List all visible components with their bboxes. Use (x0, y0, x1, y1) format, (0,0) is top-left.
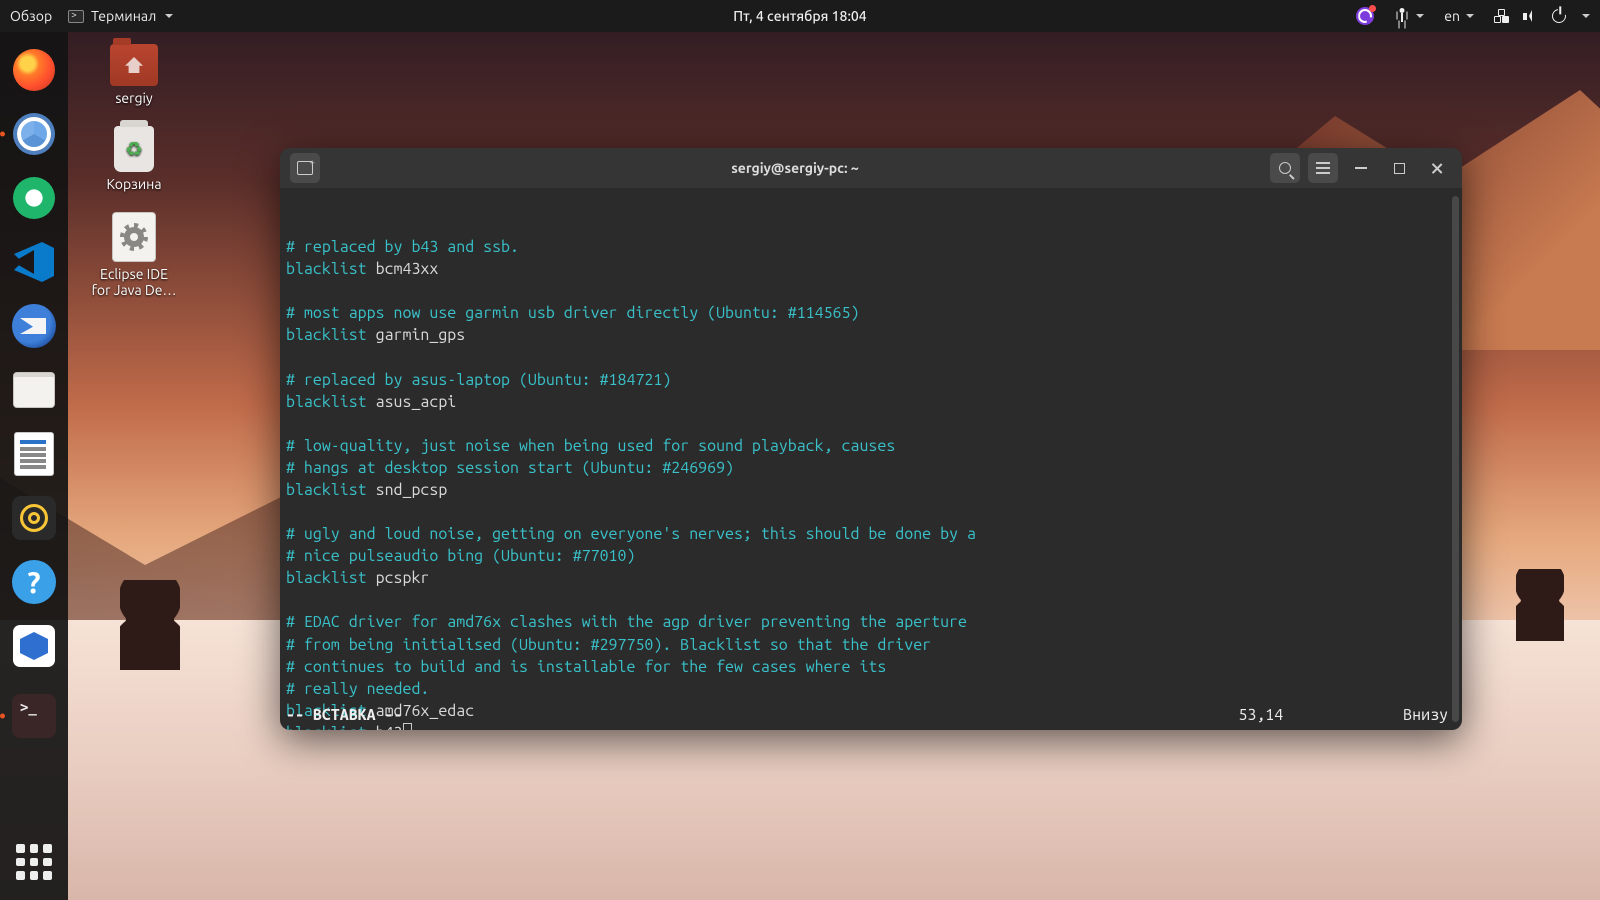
thunderbird-icon (12, 304, 56, 348)
vim-cursor-pos: 53,14 (1238, 704, 1283, 726)
app-menu-label: Терминал (91, 8, 156, 24)
desktop-icon-trash[interactable]: ♻ Корзина (84, 126, 184, 192)
desktop-file-icon (112, 212, 156, 262)
vscode-icon (14, 242, 54, 282)
rhythmbox-icon (12, 496, 56, 540)
hamburger-icon (1316, 167, 1330, 169)
vim-statusline: -- ВСТАВКА -- 53,14 Внизу (286, 704, 1448, 726)
dock: ? (0, 32, 68, 900)
desktop-icon-label: sergiy (115, 90, 152, 106)
network-icon (1494, 9, 1509, 23)
show-applications-button[interactable] (16, 844, 52, 880)
terminal-window: sergiy@sergiy-pc: ~ # replaced by b43 an… (280, 148, 1462, 730)
dock-thunderbird[interactable] (10, 302, 58, 350)
app-menu[interactable]: Терминал (68, 8, 173, 24)
window-minimize-button[interactable] (1346, 153, 1376, 183)
firefox-icon (13, 49, 55, 91)
dock-files[interactable] (10, 366, 58, 414)
terminal-new-tab-button[interactable] (290, 153, 320, 183)
dock-chromium[interactable] (10, 110, 58, 158)
writer-icon (14, 432, 54, 476)
clock-label[interactable]: Пт, 4 сентября 18:04 (733, 8, 866, 24)
folder-home-icon (110, 44, 158, 86)
terminal-search-button[interactable] (1270, 153, 1300, 183)
maximize-icon (1394, 163, 1405, 174)
terminal-text: # replaced by b43 and ssb. blacklist bcm… (286, 236, 1452, 730)
close-icon (1431, 162, 1444, 175)
dock-rhythmbox[interactable] (10, 494, 58, 542)
terminal-body[interactable]: # replaced by b43 and ssb. blacklist bcm… (280, 188, 1462, 730)
dock-virtualbox[interactable] (10, 622, 58, 670)
keyboard-layout-label: en (1444, 8, 1460, 24)
activities-button[interactable]: Обзор (10, 8, 52, 24)
terminal-icon (68, 10, 84, 23)
help-icon: ? (12, 560, 56, 604)
minimize-icon (1355, 167, 1367, 169)
accessibility-menu[interactable] (1394, 8, 1424, 24)
terminal-titlebar[interactable]: sergiy@sergiy-pc: ~ (280, 148, 1462, 188)
search-icon (1279, 162, 1291, 174)
chevron-down-icon (165, 14, 173, 22)
virtualbox-icon (13, 625, 55, 667)
new-tab-icon (297, 161, 313, 175)
dock-remote[interactable] (10, 174, 58, 222)
gear-icon (124, 227, 144, 247)
viber-tray-icon[interactable] (1356, 7, 1374, 25)
keyboard-layout-menu[interactable]: en (1444, 8, 1474, 24)
desktop-icon-label: Корзина (106, 176, 161, 192)
dock-help[interactable]: ? (10, 558, 58, 606)
vim-scroll-pos: Внизу (1403, 704, 1448, 726)
terminal-menu-button[interactable] (1308, 153, 1338, 183)
vim-mode: -- ВСТАВКА -- (286, 704, 402, 726)
terminal-launcher-icon (12, 694, 56, 738)
desktop-icon-home[interactable]: sergiy (84, 44, 184, 106)
dock-writer[interactable] (10, 430, 58, 478)
system-menu[interactable] (1494, 9, 1590, 23)
chevron-down-icon (1466, 14, 1474, 22)
desktop-icon-eclipse[interactable]: Eclipse IDE for Java De… (84, 212, 184, 298)
trash-icon: ♻ (114, 126, 154, 172)
desktop-icons: sergiy ♻ Корзина Eclipse IDE for Java De… (84, 44, 184, 298)
power-icon (1549, 6, 1568, 25)
window-maximize-button[interactable] (1384, 153, 1414, 183)
terminal-title: sergiy@sergiy-pc: ~ (328, 160, 1262, 176)
dock-vscode[interactable] (10, 238, 58, 286)
window-close-button[interactable] (1422, 153, 1452, 183)
chevron-down-icon (1582, 14, 1590, 22)
terminal-scrollbar[interactable] (1452, 196, 1459, 722)
volume-icon (1523, 10, 1538, 23)
chevron-down-icon (1416, 14, 1424, 22)
desktop-icon-label: Eclipse IDE for Java De… (92, 266, 177, 298)
dock-firefox[interactable] (10, 46, 58, 94)
remote-icon (13, 177, 55, 219)
accessibility-icon (1394, 8, 1410, 24)
dock-terminal[interactable] (10, 692, 58, 740)
top-bar: Обзор Терминал Пт, 4 сентября 18:04 en (0, 0, 1600, 32)
chromium-icon (17, 117, 51, 151)
files-icon (13, 372, 55, 408)
